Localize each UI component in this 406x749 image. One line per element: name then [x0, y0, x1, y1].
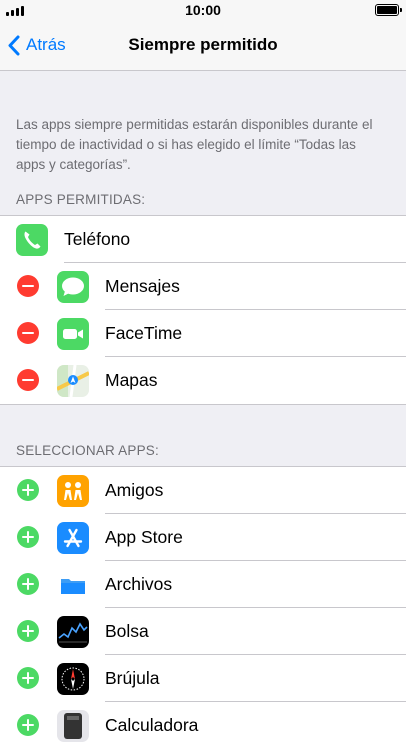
list-item: Bolsa	[0, 608, 406, 655]
app-name: Calculadora	[105, 715, 199, 735]
app-name: Amigos	[105, 480, 164, 500]
list-item: Calculadora	[0, 702, 406, 749]
battery-icon	[375, 4, 402, 16]
calculator-icon	[57, 710, 89, 742]
allowed-apps-header: APPS PERMITIDAS:	[16, 192, 146, 207]
facetime-icon	[57, 318, 89, 350]
list-item: FaceTime	[0, 310, 406, 357]
select-apps-header: SELECCIONAR APPS:	[16, 443, 159, 458]
description-text: Las apps siempre permitidas estarán disp…	[16, 117, 373, 172]
status-time: 10:00	[185, 2, 221, 18]
app-name: Mapas	[105, 370, 158, 390]
files-icon	[57, 569, 89, 601]
app-name: App Store	[105, 527, 183, 547]
remove-button[interactable]	[17, 322, 39, 344]
app-name: Archivos	[105, 574, 173, 594]
add-button[interactable]	[17, 526, 39, 548]
list-item: Amigos	[0, 467, 406, 514]
navigation-bar: Atrás Siempre permitido	[0, 20, 406, 71]
app-name: Brújula	[105, 668, 160, 688]
allowed-apps-list: Teléfono Mensajes FaceTime Mapas	[0, 215, 406, 405]
compass-icon	[57, 663, 89, 695]
phone-icon	[16, 224, 48, 256]
app-name: Bolsa	[105, 621, 149, 641]
app-store-icon	[57, 522, 89, 554]
remove-button[interactable]	[17, 275, 39, 297]
list-item: Archivos	[0, 561, 406, 608]
list-item: App Store	[0, 514, 406, 561]
add-button[interactable]	[17, 479, 39, 501]
list-item: Teléfono	[0, 216, 406, 263]
list-item: Brújula	[0, 655, 406, 702]
list-item: Mensajes	[0, 263, 406, 310]
page-title: Siempre permitido	[128, 35, 278, 54]
app-name: FaceTime	[105, 323, 183, 343]
remove-button[interactable]	[17, 369, 39, 391]
find-friends-icon	[57, 475, 89, 507]
app-name: Teléfono	[64, 229, 131, 249]
add-button[interactable]	[17, 667, 39, 689]
add-button[interactable]	[17, 620, 39, 642]
add-button[interactable]	[17, 714, 39, 736]
messages-icon	[57, 271, 89, 303]
add-button[interactable]	[17, 573, 39, 595]
status-bar: 10:00	[0, 0, 406, 20]
select-apps-list: Amigos App Store Archivos Bolsa Brújula	[0, 466, 406, 749]
stocks-icon	[57, 616, 89, 648]
app-name: Mensajes	[105, 276, 180, 296]
list-item: Mapas	[0, 357, 406, 404]
maps-icon	[57, 365, 89, 397]
